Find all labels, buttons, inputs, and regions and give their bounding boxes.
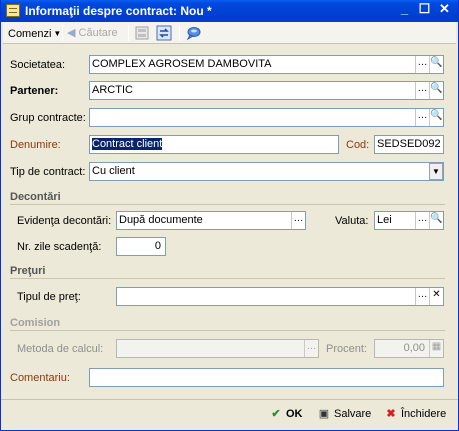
price-type-field[interactable]: … ✕ <box>116 287 444 306</box>
calculator-icon[interactable]: ▦ <box>429 340 443 357</box>
prices-section-header: Preţuri <box>10 265 445 279</box>
due-days-label: Nr. zile scadenţă: <box>17 241 102 253</box>
toolbar-separator <box>62 25 63 41</box>
ok-button[interactable]: ✔ OK <box>269 405 303 423</box>
contract-type-value: Cu client <box>92 165 135 177</box>
price-type-browse-button[interactable]: … <box>415 288 429 305</box>
code-input[interactable]: SEDSED092 <box>374 135 444 154</box>
maximize-button[interactable]: ☐ <box>416 2 433 18</box>
partner-field[interactable]: ARCTIC … 🔍 <box>89 81 444 100</box>
contract-type-select[interactable]: Cu client ▼ <box>89 162 444 181</box>
contract-group-label: Grup contracte: <box>10 112 86 124</box>
currency-label: Valuta: <box>335 215 369 227</box>
calc-method-field[interactable]: … <box>116 339 319 358</box>
currency-search-icon[interactable]: 🔍 <box>429 212 443 229</box>
chevron-down-icon: ▼ <box>53 29 62 38</box>
comment-input[interactable] <box>89 368 444 387</box>
partner-browse-button[interactable]: … <box>415 82 429 99</box>
contract-window: Informaţii despre contract: Nou * _ ☐ ✕ … <box>0 0 459 431</box>
due-days-value: 0 <box>154 240 161 252</box>
contract-group-search-icon[interactable]: 🔍 <box>429 109 443 126</box>
comment-bubble-icon[interactable] <box>185 25 201 41</box>
currency-field[interactable]: Lei … 🔍 <box>374 211 444 230</box>
commission-section-header: Comision <box>10 317 445 331</box>
commands-menu[interactable]: Comenzi ▼ <box>5 25 64 42</box>
name-label: Denumire: <box>10 139 61 151</box>
toolbar-separator <box>179 25 180 41</box>
window-title: Informaţii despre contract: Nou * <box>25 4 212 18</box>
search-button-label: Căutare <box>78 27 118 39</box>
company-search-icon[interactable]: 🔍 <box>429 56 443 73</box>
calc-method-browse-button[interactable]: … <box>304 340 318 357</box>
refresh-icon[interactable] <box>156 25 172 41</box>
toolbar-separator <box>128 25 129 41</box>
settlements-section-header: Decontări <box>10 191 445 205</box>
contract-group-field[interactable]: … 🔍 <box>89 108 444 127</box>
name-value: Contract client <box>92 138 163 150</box>
minimize-button[interactable]: _ <box>396 2 413 18</box>
partner-search-icon[interactable]: 🔍 <box>429 82 443 99</box>
percent-value: 0,00 <box>403 342 425 354</box>
name-input[interactable]: Contract client <box>89 135 339 154</box>
close-x-icon: ✖ <box>386 408 396 420</box>
close-button-label: Închidere <box>401 408 447 420</box>
calc-method-label: Metoda de calcul: <box>17 343 104 355</box>
currency-value: Lei <box>377 214 392 226</box>
search-button[interactable]: ◀ Căutare <box>67 25 118 41</box>
currency-browse-button[interactable]: … <box>415 212 429 229</box>
due-days-input[interactable]: 0 <box>116 237 166 256</box>
company-value: COMPLEX AGROSEM DAMBOVITA <box>92 58 272 70</box>
arrow-left-icon: ◀ <box>67 27 76 39</box>
save-button-label: Salvare <box>334 408 372 420</box>
price-type-label: Tipul de preţ: <box>17 291 81 303</box>
code-value: SEDSED092 <box>377 138 441 150</box>
form-icon[interactable] <box>134 25 150 41</box>
commands-menu-label: Comenzi <box>8 28 52 40</box>
close-window-button[interactable]: ✕ <box>436 2 453 18</box>
settlement-record-browse-button[interactable]: … <box>291 212 305 229</box>
percent-input[interactable]: 0,00 ▦ <box>374 339 444 358</box>
settlement-record-label: Evidenţa decontări: <box>17 215 112 227</box>
contract-group-browse-button[interactable]: … <box>415 109 429 126</box>
toolbar: Comenzi ▼ ◀ Căutare <box>3 22 456 44</box>
company-label: Societatea: <box>10 59 66 71</box>
settlement-record-value: După documente <box>119 214 203 226</box>
company-field[interactable]: COMPLEX AGROSEM DAMBOVITA … 🔍 <box>89 55 444 74</box>
checkmark-icon: ✔ <box>271 408 281 420</box>
app-icon <box>6 4 20 17</box>
code-label: Cod: <box>346 139 370 151</box>
partner-value: ARCTIC <box>92 84 133 96</box>
percent-label: Procent: <box>326 343 367 355</box>
partner-label: Partener: <box>10 85 59 97</box>
contract-type-label: Tip de contract: <box>10 166 86 178</box>
clear-icon[interactable]: ✕ <box>429 288 443 305</box>
close-button[interactable]: ✖ Închidere <box>384 405 446 423</box>
save-button[interactable]: ▣ Salvare <box>317 405 372 423</box>
settlement-record-field[interactable]: După documente … <box>116 211 306 230</box>
title-bar[interactable]: Informaţii despre contract: Nou * _ ☐ ✕ <box>1 0 458 22</box>
dialog-footer: ✔ OK ▣ Salvare ✖ Închidere <box>1 399 458 429</box>
company-browse-button[interactable]: … <box>415 56 429 73</box>
comment-label: Comentariu: <box>10 372 70 384</box>
chevron-down-icon[interactable]: ▼ <box>429 163 443 180</box>
floppy-disk-icon: ▣ <box>318 408 330 420</box>
ok-button-label: OK <box>286 408 303 420</box>
